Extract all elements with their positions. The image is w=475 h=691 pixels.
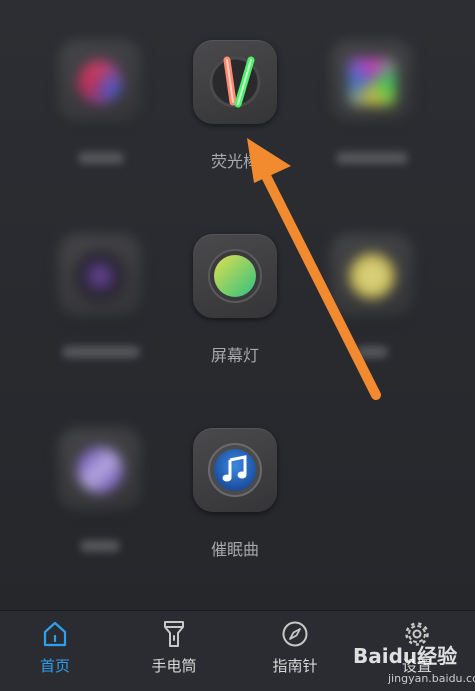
watermark-url: jingyan.baidu.com xyxy=(388,672,475,685)
tab-flashlight[interactable]: 手电筒 xyxy=(119,611,229,691)
home-icon xyxy=(43,621,67,647)
tab-compass-label: 指南针 xyxy=(272,657,318,675)
compass-icon xyxy=(282,621,308,647)
app-grid-screen: 荧光棒 屏幕灯 催眠曲 xyxy=(0,0,475,610)
tab-flashlight-label: 手电筒 xyxy=(151,657,197,675)
tab-home-label: 首页 xyxy=(39,657,70,675)
flashlight-icon xyxy=(164,621,184,647)
watermark-brand: Baidu经验 xyxy=(353,644,458,668)
tab-compass[interactable]: 指南针 xyxy=(240,611,350,691)
annotation-arrow-icon xyxy=(247,138,381,400)
tab-home[interactable]: 首页 xyxy=(0,611,110,691)
